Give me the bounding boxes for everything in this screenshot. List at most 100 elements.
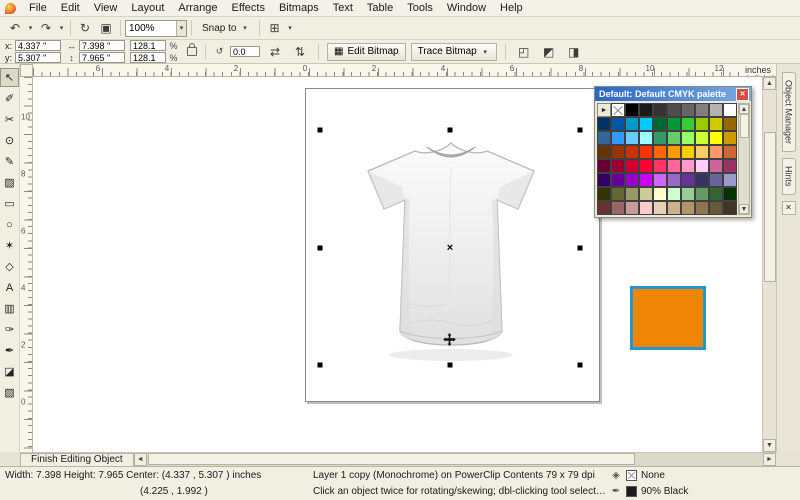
redo-icon[interactable]: ↷ — [36, 18, 56, 38]
palette-swatch[interactable] — [723, 117, 737, 131]
palette-swatch[interactable] — [667, 173, 681, 187]
horizontal-scroll-thumb[interactable] — [148, 453, 635, 465]
docker-tab-object-manager[interactable]: Object Manager — [782, 72, 796, 152]
interactive-fill-tool[interactable]: ▧ — [0, 383, 19, 402]
freehand-tool[interactable]: ✎ — [0, 152, 19, 171]
palette-swatch[interactable] — [709, 201, 723, 215]
mirror-horizontal-icon[interactable]: ⇄ — [265, 42, 285, 62]
palette-swatch[interactable] — [667, 131, 681, 145]
selection-handle-bottom-right[interactable] — [578, 363, 583, 368]
menu-item-text[interactable]: Text — [326, 1, 360, 15]
palette-swatch[interactable] — [723, 131, 737, 145]
orange-rectangle[interactable] — [630, 286, 706, 350]
object-x-input[interactable] — [15, 40, 61, 51]
palette-swatch[interactable] — [653, 159, 667, 173]
palette-swatch[interactable] — [667, 187, 681, 201]
menu-item-layout[interactable]: Layout — [124, 1, 171, 15]
palette-swatch[interactable] — [709, 117, 723, 131]
palette-swatch[interactable] — [639, 159, 653, 173]
vertical-ruler[interactable]: 1086420 — [20, 77, 33, 452]
palette-swatch[interactable] — [597, 159, 611, 173]
selection-handle-top-right[interactable] — [578, 128, 583, 133]
ruler-origin[interactable] — [20, 64, 33, 77]
palette-swatch[interactable] — [709, 159, 723, 173]
crop-tool[interactable]: ✂ — [0, 110, 19, 129]
palette-swatch[interactable] — [695, 117, 709, 131]
palette-swatch[interactable] — [639, 201, 653, 215]
palette-swatch[interactable] — [723, 145, 737, 159]
palette-swatch[interactable] — [611, 145, 625, 159]
palette-swatch[interactable] — [695, 173, 709, 187]
redo-dropdown-icon[interactable]: ▾ — [57, 19, 66, 37]
menu-item-bitmaps[interactable]: Bitmaps — [272, 1, 326, 15]
menu-item-arrange[interactable]: Arrange — [171, 1, 224, 15]
palette-swatch[interactable] — [667, 117, 681, 131]
palette-swatch[interactable] — [709, 131, 723, 145]
bitmap-color-mask-icon[interactable]: ◩ — [539, 42, 559, 62]
palette-scroll-down-icon[interactable]: ▼ — [739, 204, 749, 214]
palette-swatch[interactable] — [625, 145, 639, 159]
palette-swatch[interactable] — [653, 117, 667, 131]
menu-item-edit[interactable]: Edit — [54, 1, 87, 15]
fill-color-swatch[interactable] — [626, 470, 637, 481]
horizontal-ruler[interactable]: inches 642024681012 — [33, 64, 776, 77]
rectangle-tool[interactable]: ▭ — [0, 194, 19, 213]
object-height-input[interactable] — [79, 52, 125, 63]
palette-swatch[interactable] — [625, 187, 639, 201]
palette-swatch[interactable] — [597, 145, 611, 159]
fill-tool[interactable]: ◪ — [0, 362, 19, 381]
lock-ratio-icon[interactable] — [187, 47, 197, 56]
scroll-down-icon[interactable]: ▼ — [763, 439, 776, 452]
palette-swatch[interactable] — [597, 173, 611, 187]
palette-swatch[interactable] — [723, 103, 737, 117]
menu-item-view[interactable]: View — [87, 1, 125, 15]
palette-swatch[interactable] — [611, 201, 625, 215]
palette-swatch[interactable] — [611, 159, 625, 173]
palette-swatch[interactable] — [695, 201, 709, 215]
palette-swatch[interactable] — [709, 145, 723, 159]
palette-titlebar[interactable]: Default: Default CMYK palette ✕ — [595, 87, 751, 101]
palette-swatch[interactable] — [625, 173, 639, 187]
palette-swatch[interactable] — [667, 201, 681, 215]
menu-item-window[interactable]: Window — [440, 1, 493, 15]
menu-item-file[interactable]: File — [22, 1, 54, 15]
palette-swatch[interactable] — [639, 131, 653, 145]
palette-swatch[interactable] — [723, 201, 737, 215]
palette-swatch[interactable] — [723, 187, 737, 201]
selection-handle-right[interactable] — [578, 245, 583, 250]
no-color-swatch[interactable] — [611, 103, 625, 117]
palette-swatch[interactable] — [611, 187, 625, 201]
interactive-blend-tool[interactable]: ▥ — [0, 299, 19, 318]
edit-bitmap-button[interactable]: ▦ Edit Bitmap — [327, 43, 406, 61]
eyedropper-tool[interactable]: ✑ — [0, 320, 19, 339]
object-width-input[interactable] — [79, 40, 125, 51]
palette-swatch[interactable] — [611, 117, 625, 131]
palette-swatch[interactable] — [681, 173, 695, 187]
selection-handle-bottom-left[interactable] — [318, 363, 323, 368]
menu-item-table[interactable]: Table — [360, 1, 400, 15]
selection-handle-top[interactable] — [448, 128, 453, 133]
selection-handle-top-left[interactable] — [318, 128, 323, 133]
vertical-scroll-thumb[interactable] — [764, 132, 776, 282]
trace-bitmap-dropdown-icon[interactable]: ▾ — [481, 43, 490, 61]
palette-swatch[interactable] — [597, 117, 611, 131]
palette-swatch[interactable] — [653, 187, 667, 201]
trace-bitmap-button[interactable]: Trace Bitmap ▾ — [411, 43, 497, 61]
menu-item-help[interactable]: Help — [493, 1, 530, 15]
palette-swatch[interactable] — [681, 103, 695, 117]
palette-swatch[interactable] — [695, 131, 709, 145]
palette-swatch[interactable] — [709, 173, 723, 187]
scale-y-input[interactable] — [130, 52, 166, 63]
finish-editing-object-button[interactable]: Finish Editing Object — [20, 453, 134, 467]
outline-color-swatch[interactable] — [626, 486, 637, 497]
image-adjustment-icon[interactable]: ◨ — [564, 42, 584, 62]
selection-handle-bottom[interactable] — [448, 363, 453, 368]
palette-swatch[interactable] — [625, 103, 639, 117]
zoom-dropdown-icon[interactable]: ▾ — [176, 21, 186, 36]
options-grid-icon[interactable]: ⊞ — [264, 18, 284, 38]
menu-item-tools[interactable]: Tools — [400, 1, 440, 15]
rotation-angle-input[interactable] — [230, 46, 260, 57]
refresh-icon[interactable]: ↻ — [75, 18, 95, 38]
snap-to-dropdown-icon[interactable]: ▾ — [240, 19, 249, 37]
palette-swatch[interactable] — [653, 145, 667, 159]
